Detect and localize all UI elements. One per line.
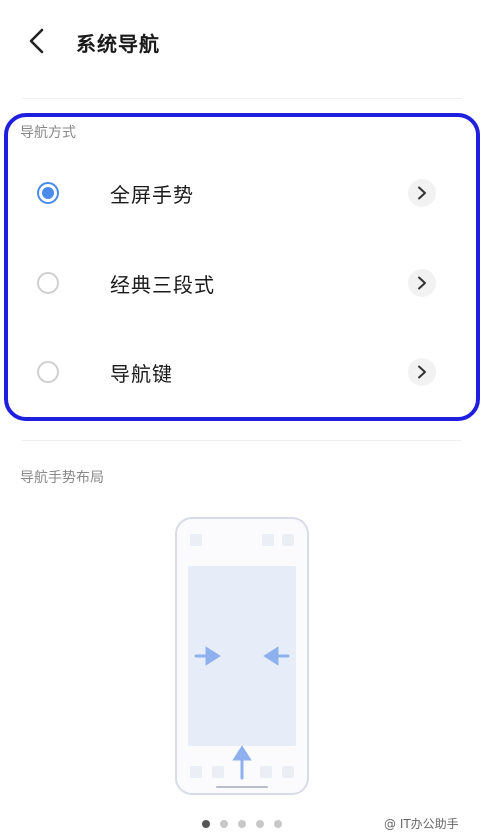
chevron-right-icon[interactable] (408, 269, 436, 297)
radio-unchecked-icon[interactable] (37, 272, 59, 294)
watermark: @ IT办公助手 (384, 817, 459, 831)
pager-dot[interactable] (238, 820, 246, 828)
pager-dot[interactable] (274, 820, 282, 828)
section-label-navigation-mode: 导航方式 (20, 125, 76, 141)
chevron-right-icon[interactable] (408, 179, 436, 207)
option-navigation-keys[interactable]: 导航键 (10, 331, 466, 417)
option-fullscreen-gesture[interactable]: 全屏手势 (10, 152, 466, 238)
pager-dot-active[interactable] (202, 820, 210, 828)
chevron-right-icon[interactable] (408, 358, 436, 386)
section-label-gesture-layout: 导航手势布局 (20, 470, 104, 486)
phone-preview-illustration (175, 517, 309, 795)
radio-checked-icon[interactable] (37, 182, 59, 204)
divider (22, 98, 462, 99)
radio-unchecked-icon[interactable] (37, 361, 59, 383)
divider (22, 440, 462, 441)
app-header: 系统导航 (0, 0, 484, 82)
option-classic-three-button[interactable]: 经典三段式 (10, 242, 466, 328)
pager-dots (202, 818, 286, 830)
option-label: 经典三段式 (110, 273, 215, 297)
option-label: 导航键 (110, 362, 173, 386)
pager-dot[interactable] (220, 820, 228, 828)
gesture-layout-preview[interactable] (174, 516, 310, 796)
back-arrow-icon (29, 28, 44, 54)
page-title: 系统导航 (76, 32, 160, 56)
option-label: 全屏手势 (110, 183, 194, 207)
back-button[interactable] (22, 26, 52, 56)
pager-dot[interactable] (256, 820, 264, 828)
